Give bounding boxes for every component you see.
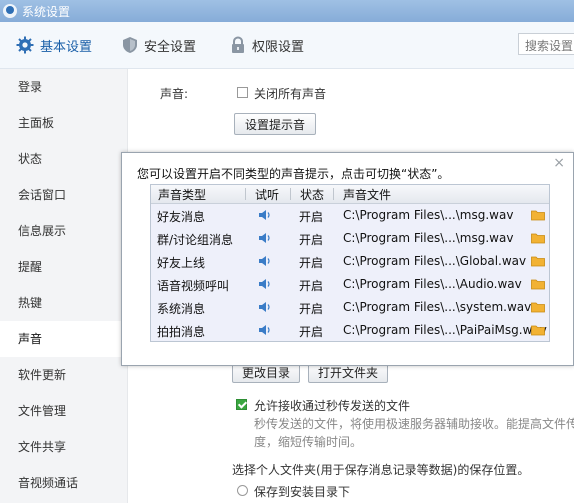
speaker-icon[interactable] — [258, 324, 272, 336]
column-divider — [333, 188, 334, 200]
lock-icon — [232, 36, 244, 53]
set-tone-button[interactable]: 设置提示音 — [234, 113, 316, 135]
sound-file-cell: C:\Program Files\...\Audio.wav — [343, 277, 522, 291]
sidebar-item-main-panel[interactable]: 主面板 — [0, 105, 127, 141]
column-header-file: 声音文件 — [343, 188, 392, 202]
sidebar-item-chat-window[interactable]: 会话窗口 — [0, 177, 127, 213]
speaker-icon[interactable] — [258, 232, 272, 244]
sound-types-dialog: × 您可以设置开启不同类型的声音提示，点击可切换“状态”。 声音类型 试听 状态… — [121, 152, 574, 366]
app-logo-icon — [3, 4, 17, 18]
sound-type-cell: 拍拍消息 — [157, 325, 206, 339]
speaker-icon[interactable] — [258, 209, 272, 221]
sidebar-item-file-share[interactable]: 文件共享 — [0, 429, 127, 465]
sound-type-cell: 好友消息 — [157, 210, 206, 224]
sidebar-item-status[interactable]: 状态 — [0, 141, 127, 177]
mute-all-label: 关闭所有声音 — [254, 87, 327, 101]
tab-permission-settings[interactable]: 权限设置 — [230, 22, 304, 68]
column-header-type: 声音类型 — [158, 188, 207, 202]
status-cell[interactable]: 开启 — [299, 231, 323, 248]
tab-label: 基本设置 — [40, 39, 93, 55]
gear-icon — [16, 36, 34, 54]
allow-flash-transfer-checkbox[interactable] — [236, 399, 247, 410]
table-row[interactable]: 好友上线 开启 C:\Program Files\...\Global.wav — [151, 250, 549, 273]
top-tab-bar: 基本设置 安全设置 权限设置 搜索设置 — [0, 22, 574, 69]
sound-type-cell: 好友上线 — [157, 256, 206, 270]
tab-label: 权限设置 — [252, 39, 305, 55]
tab-basic-settings[interactable]: 基本设置 — [16, 22, 92, 68]
sound-section-label: 声音: — [160, 87, 189, 101]
search-input[interactable]: 搜索设置 — [518, 33, 574, 55]
table-row[interactable]: 系统消息 开启 C:\Program Files\...\system.wav — [151, 296, 549, 319]
status-cell[interactable]: 开启 — [299, 254, 323, 271]
mute-all-checkbox[interactable] — [237, 87, 248, 98]
table-row[interactable]: 群/讨论组消息 开启 C:\Program Files\...\msg.wav — [151, 227, 549, 250]
sidebar-item-sound[interactable]: 声音 — [0, 321, 127, 357]
sound-type-cell: 系统消息 — [157, 302, 206, 316]
shield-icon — [123, 37, 137, 53]
sound-file-cell: C:\Program Files\...\PaiPaiMsg.wav — [343, 323, 547, 337]
choose-folder-label: 选择个人文件夹(用于保存消息记录等数据)的保存位置。 — [232, 463, 530, 477]
sidebar-item-av-call[interactable]: 音视频通话 — [0, 465, 127, 501]
column-header-preview: 试听 — [255, 188, 280, 202]
sidebar-item-login[interactable]: 登录 — [0, 69, 127, 105]
status-cell[interactable]: 开启 — [299, 277, 323, 294]
allow-flash-transfer-label: 允许接收通过秒传发送的文件 — [254, 399, 411, 413]
save-install-dir-radio[interactable] — [237, 485, 248, 496]
folder-icon[interactable] — [531, 209, 545, 221]
window-title: 系统设置 — [22, 5, 71, 19]
title-bar: 系统设置 — [0, 0, 574, 22]
search-placeholder: 搜索设置 — [525, 39, 574, 53]
column-header-status: 状态 — [300, 188, 325, 202]
sound-table: 声音类型 试听 状态 声音文件 好友消息 开启 C:\Program Files… — [150, 184, 550, 342]
sound-file-cell: C:\Program Files\...\msg.wav — [343, 231, 514, 245]
column-divider — [245, 188, 246, 200]
status-cell[interactable]: 开启 — [299, 323, 323, 340]
tab-security-settings[interactable]: 安全设置 — [122, 22, 196, 68]
speaker-icon[interactable] — [258, 255, 272, 267]
close-icon[interactable]: × — [553, 155, 565, 171]
tab-label: 安全设置 — [144, 39, 197, 55]
folder-icon[interactable] — [531, 324, 545, 336]
save-install-dir-label: 保存到安装目录下 — [254, 485, 351, 499]
folder-icon[interactable] — [531, 278, 545, 290]
speaker-icon[interactable] — [258, 278, 272, 290]
sidebar-item-hotkey[interactable]: 热键 — [0, 285, 127, 321]
sound-file-cell: C:\Program Files\...\msg.wav — [343, 208, 514, 222]
sidebar-item-file-management[interactable]: 文件管理 — [0, 393, 127, 429]
speaker-icon[interactable] — [258, 301, 272, 313]
sidebar-item-info-display[interactable]: 信息展示 — [0, 213, 127, 249]
status-cell[interactable]: 开启 — [299, 300, 323, 317]
table-row[interactable]: 语音视频呼叫 开启 C:\Program Files\...\Audio.wav — [151, 273, 549, 296]
folder-icon[interactable] — [531, 232, 545, 244]
sound-file-cell: C:\Program Files\...\Global.wav — [343, 254, 527, 268]
table-header: 声音类型 试听 状态 声音文件 — [151, 185, 549, 204]
sidebar: 登录 主面板 状态 会话窗口 信息展示 提醒 热键 声音 软件更新 文件管理 文… — [0, 69, 128, 503]
table-row[interactable]: 好友消息 开启 C:\Program Files\...\msg.wav — [151, 204, 549, 227]
column-divider — [290, 188, 291, 200]
sound-type-cell: 群/讨论组消息 — [157, 233, 234, 247]
flash-transfer-desc-line2: 度，缩短传输时间。 — [254, 435, 363, 449]
status-cell[interactable]: 开启 — [299, 208, 323, 225]
sidebar-item-software-update[interactable]: 软件更新 — [0, 357, 127, 393]
dialog-message: 您可以设置开启不同类型的声音提示，点击可切换“状态”。 — [137, 167, 450, 181]
folder-icon[interactable] — [531, 301, 545, 313]
flash-transfer-desc-line1: 秒传发送的文件，将使用极速服务器辅助接收。能提高文件传 — [254, 417, 574, 431]
sound-type-cell: 语音视频呼叫 — [157, 279, 230, 293]
sidebar-item-reminder[interactable]: 提醒 — [0, 249, 127, 285]
sound-file-cell: C:\Program Files\...\system.wav — [343, 300, 532, 314]
table-row[interactable]: 拍拍消息 开启 C:\Program Files\...\PaiPaiMsg.w… — [151, 319, 549, 342]
folder-icon[interactable] — [531, 255, 545, 267]
